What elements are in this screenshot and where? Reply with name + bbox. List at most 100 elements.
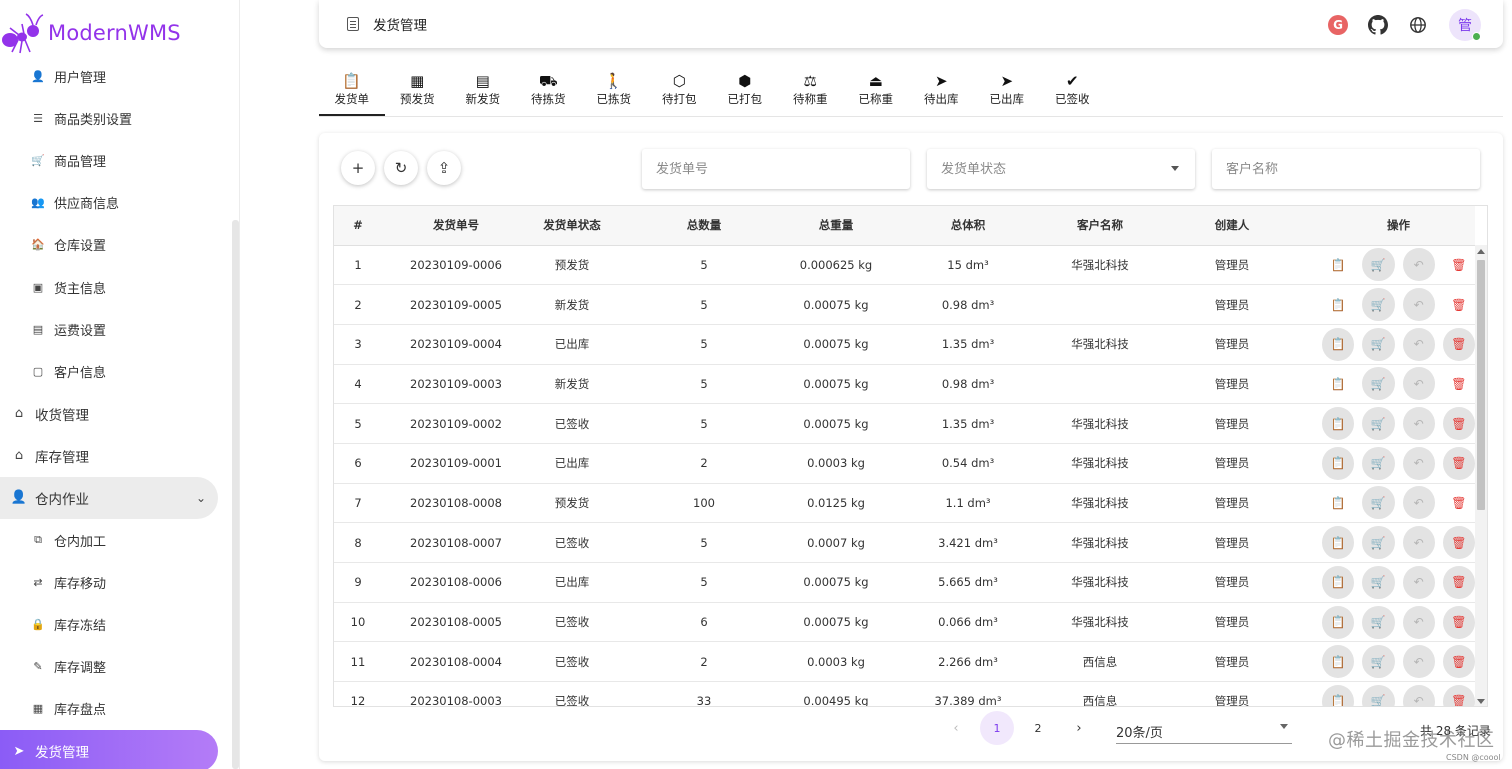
- sidebar-item[interactable]: 🏠 仓库设置: [0, 224, 232, 266]
- confirm-button[interactable]: 📋: [1322, 645, 1355, 679]
- sidebar-item[interactable]: ▣ 货主信息: [0, 266, 232, 308]
- confirm-button[interactable]: 📋: [1322, 684, 1355, 706]
- undo-button[interactable]: ↶: [1402, 565, 1435, 599]
- language-button[interactable]: [1405, 12, 1431, 38]
- pick-button[interactable]: 🛒: [1362, 446, 1395, 480]
- sidebar-item[interactable]: ➤ 发货管理: [0, 730, 218, 769]
- order-no-input[interactable]: [656, 161, 910, 177]
- delete-button[interactable]: 🗑: [1443, 248, 1475, 281]
- table-row[interactable]: 5 20230109-0002 已签收 5 0.00075 kg 1.35 dm³ 华强北科…: [334, 403, 1475, 444]
- sidebar-item[interactable]: ⌂ 库存管理: [0, 435, 232, 477]
- confirm-button[interactable]: 📋: [1322, 526, 1355, 560]
- sidebar-item[interactable]: ⌂ 收货管理: [0, 393, 232, 435]
- undo-button[interactable]: ↶: [1402, 605, 1435, 639]
- sidebar-item[interactable]: ⇄ 库存移动: [0, 561, 232, 603]
- confirm-button[interactable]: 📋: [1322, 605, 1355, 639]
- status-select[interactable]: [927, 149, 1195, 189]
- sidebar-item[interactable]: ▤ 运费设置: [0, 308, 232, 350]
- delete-button[interactable]: 🗑: [1442, 407, 1475, 441]
- gitee-button[interactable]: G: [1325, 12, 1351, 38]
- sidebar-item[interactable]: ✎ 库存调整: [0, 646, 232, 688]
- page-button[interactable]: 1: [980, 711, 1014, 745]
- sidebar-item[interactable]: ▦ 库存盘点: [0, 688, 232, 730]
- prev-page-button[interactable]: ‹: [939, 711, 973, 745]
- delete-button[interactable]: 🗑: [1442, 645, 1475, 679]
- undo-button[interactable]: ↶: [1402, 486, 1435, 520]
- sidebar-item[interactable]: 🔒 库存冻结: [0, 603, 232, 645]
- confirm-button[interactable]: 📋: [1322, 446, 1355, 480]
- confirm-button[interactable]: 📋: [1322, 367, 1354, 400]
- delete-button[interactable]: 🗑: [1442, 565, 1475, 599]
- github-button[interactable]: [1365, 12, 1391, 38]
- delete-button[interactable]: 🗑: [1443, 486, 1475, 519]
- tab[interactable]: ⚖ 待称重: [778, 62, 844, 116]
- pick-button[interactable]: 🛒: [1362, 288, 1395, 322]
- confirm-button[interactable]: 📋: [1322, 486, 1354, 519]
- delete-button[interactable]: 🗑: [1442, 526, 1475, 560]
- scroll-thumb[interactable]: [1477, 260, 1485, 510]
- customer-input[interactable]: [1226, 161, 1480, 177]
- undo-button[interactable]: ↶: [1402, 645, 1435, 679]
- confirm-button[interactable]: 📋: [1322, 565, 1355, 599]
- export-button[interactable]: ⇪: [427, 151, 461, 185]
- tab[interactable]: 📋 发货单: [319, 62, 385, 116]
- scroll-down-arrow-icon[interactable]: [1477, 699, 1485, 704]
- confirm-button[interactable]: 📋: [1322, 288, 1354, 321]
- sidebar-scrollbar[interactable]: [232, 220, 239, 769]
- add-button[interactable]: +: [341, 151, 375, 185]
- tab[interactable]: ➤ 待出库: [909, 62, 975, 116]
- logo[interactable]: ModernWMS: [0, 10, 181, 56]
- pick-button[interactable]: 🛒: [1362, 526, 1395, 560]
- sidebar-item[interactable]: ☰ 商品类别设置: [0, 97, 232, 139]
- table-row[interactable]: 7 20230108-0008 预发货 100 0.0125 kg 1.1 dm³ 华强北科…: [334, 483, 1475, 524]
- delete-button[interactable]: 🗑: [1442, 605, 1475, 639]
- pick-button[interactable]: 🛒: [1362, 327, 1395, 361]
- order-no-field[interactable]: [642, 149, 910, 189]
- tab[interactable]: ⏏ 已称重: [843, 62, 909, 116]
- status-select-input[interactable]: [941, 161, 1195, 177]
- table-row[interactable]: 1 20230109-0006 预发货 5 0.000625 kg 15 dm³ 华强北科技…: [334, 245, 1475, 286]
- table-row[interactable]: 11 20230108-0004 已签收 2 0.0003 kg 2.266 dm³ 西信息…: [334, 641, 1475, 683]
- delete-button[interactable]: 🗑: [1442, 327, 1475, 361]
- tab[interactable]: ▤ 新发货: [450, 62, 516, 116]
- table-scrollbar[interactable]: [1475, 245, 1487, 706]
- sidebar-item[interactable]: 👥 供应商信息: [0, 182, 232, 224]
- tab[interactable]: ⬡ 待打包: [647, 62, 713, 116]
- undo-button[interactable]: ↶: [1402, 526, 1435, 560]
- refresh-button[interactable]: ↻: [384, 151, 418, 185]
- pick-button[interactable]: 🛒: [1362, 605, 1395, 639]
- customer-field[interactable]: [1212, 149, 1480, 189]
- undo-button[interactable]: ↶: [1402, 327, 1435, 361]
- undo-button[interactable]: ↶: [1402, 288, 1435, 322]
- sidebar-item[interactable]: ▢ 客户信息: [0, 350, 232, 392]
- pick-button[interactable]: 🛒: [1362, 367, 1395, 401]
- per-page-select[interactable]: 20条/页: [1116, 716, 1292, 744]
- sidebar-item[interactable]: 🛒 商品管理: [0, 139, 232, 181]
- confirm-button[interactable]: 📋: [1322, 407, 1355, 441]
- sidebar-item[interactable]: 👤 仓内作业 ⌄: [0, 476, 218, 520]
- table-row[interactable]: 4 20230109-0003 新发货 5 0.00075 kg 0.98 dm³ 管理员 📋…: [334, 364, 1475, 405]
- pick-button[interactable]: 🛒: [1362, 565, 1395, 599]
- delete-button[interactable]: 🗑: [1443, 367, 1475, 400]
- page-button[interactable]: 2: [1021, 711, 1055, 745]
- sidebar-item[interactable]: ⧉ 仓内加工: [0, 519, 232, 561]
- delete-button[interactable]: 🗑: [1442, 446, 1475, 480]
- table-row[interactable]: 6 20230109-0001 已出库 2 0.0003 kg 0.54 dm³ 华强北科技…: [334, 443, 1475, 484]
- table-row[interactable]: 12 20230108-0003 已签收 33 0.00495 kg 37.389 dm³…: [334, 681, 1475, 706]
- tab[interactable]: ➤ 已出库: [974, 62, 1040, 116]
- table-row[interactable]: 9 20230108-0006 已出库 5 0.00075 kg 5.665 dm³ 华强北…: [334, 562, 1475, 603]
- undo-button[interactable]: ↶: [1402, 407, 1435, 441]
- scroll-up-arrow-icon[interactable]: [1477, 249, 1485, 254]
- pick-button[interactable]: 🛒: [1362, 407, 1395, 441]
- undo-button[interactable]: ↶: [1402, 367, 1435, 401]
- undo-button[interactable]: ↶: [1402, 248, 1435, 282]
- table-row[interactable]: 10 20230108-0005 已签收 6 0.00075 kg 0.066 dm³ 华强…: [334, 602, 1475, 643]
- pick-button[interactable]: 🛒: [1362, 248, 1395, 282]
- tab[interactable]: ✔ 已签收: [1040, 62, 1106, 116]
- confirm-button[interactable]: 📋: [1322, 327, 1355, 361]
- table-row[interactable]: 2 20230109-0005 新发货 5 0.00075 kg 0.98 dm³ 管理员 📋…: [334, 284, 1475, 325]
- pick-button[interactable]: 🛒: [1362, 684, 1395, 706]
- pick-button[interactable]: 🛒: [1362, 645, 1395, 679]
- tab[interactable]: 🚶 已拣货: [581, 62, 647, 116]
- delete-button[interactable]: 🗑: [1443, 288, 1475, 321]
